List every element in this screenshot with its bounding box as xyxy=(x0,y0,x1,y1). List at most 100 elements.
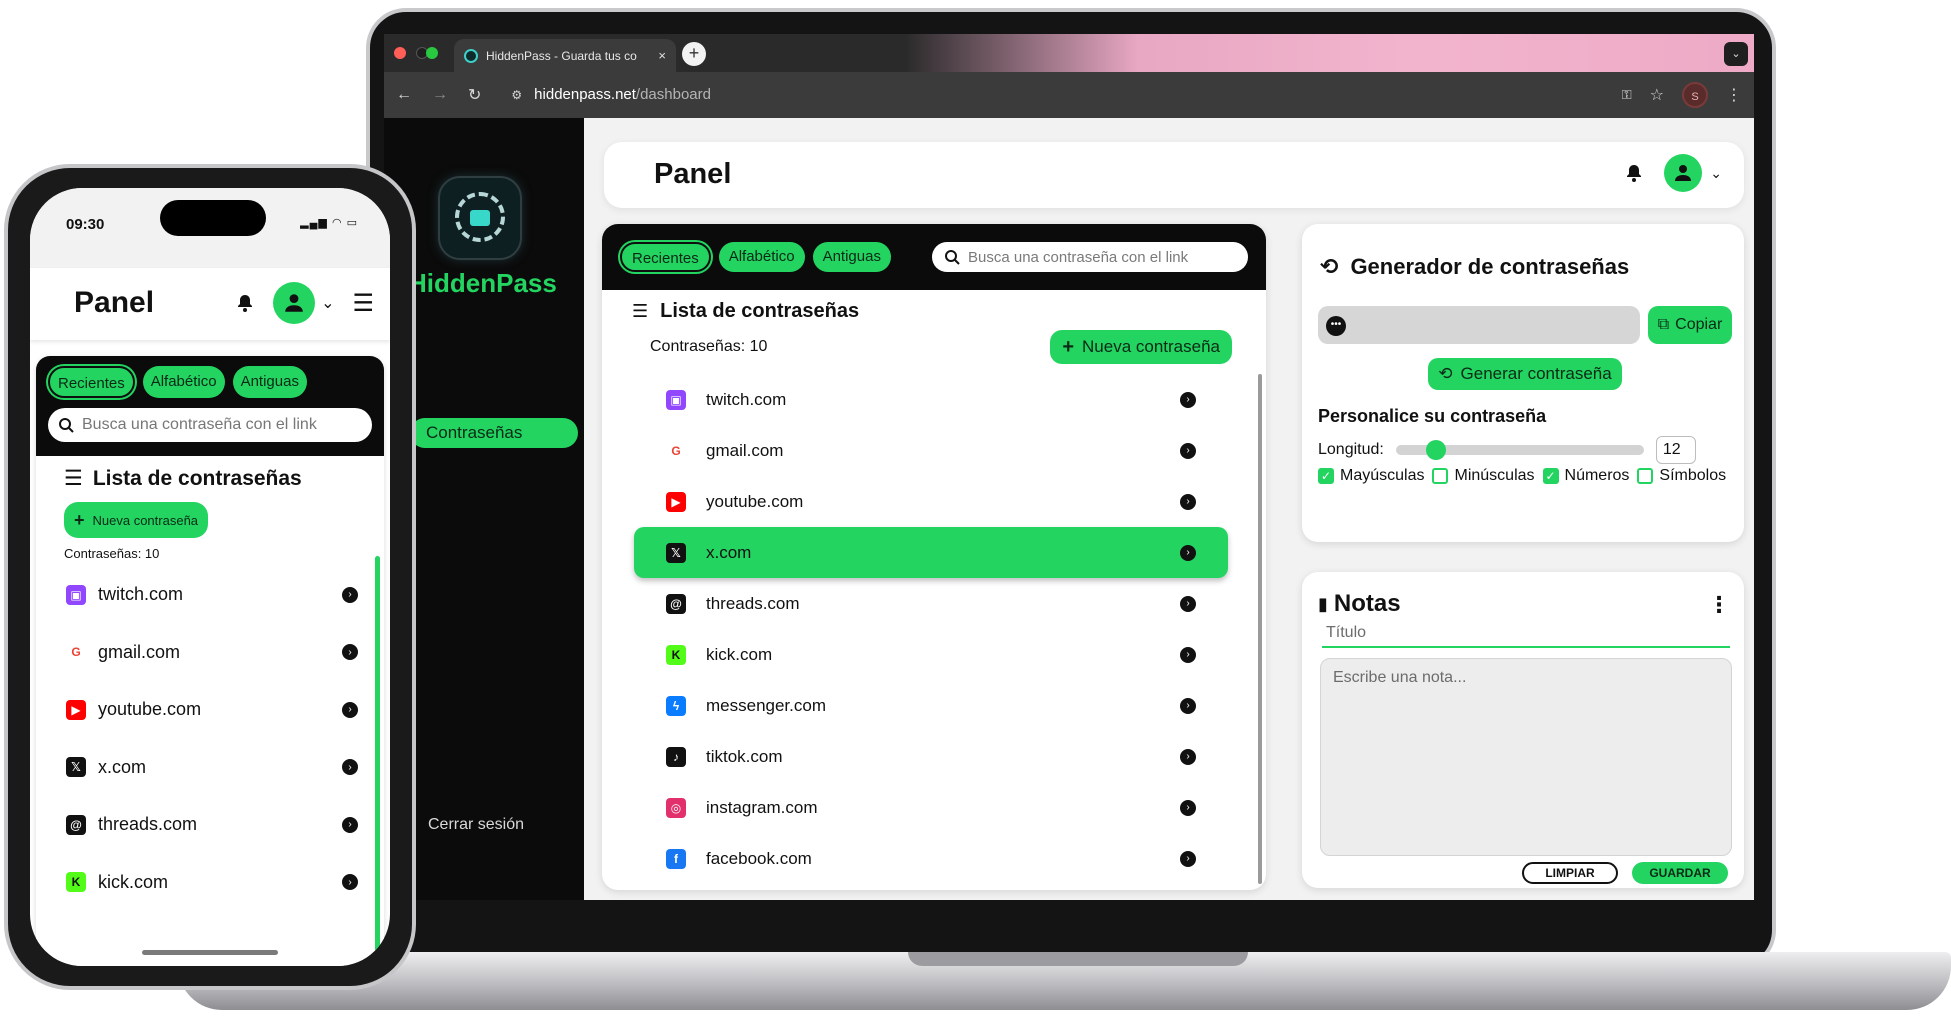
length-slider[interactable] xyxy=(1395,440,1644,460)
filter-oldest[interactable]: Antiguas xyxy=(812,242,891,272)
password-row[interactable]: Ggmail.com › xyxy=(634,425,1228,476)
status-time: 09:30 xyxy=(66,216,105,233)
chevron-right-icon[interactable]: › xyxy=(342,586,358,603)
chevron-right-icon[interactable]: › xyxy=(342,816,358,833)
chevron-right-icon[interactable]: › xyxy=(1180,850,1196,867)
password-row[interactable]: ▣ twitch.com › xyxy=(58,566,358,624)
sidebar-item-passwords[interactable]: Contraseñas xyxy=(410,418,578,448)
filter-recent[interactable]: Recientes xyxy=(620,242,711,272)
phone-filter-alphabetical[interactable]: Alfabético xyxy=(142,366,225,398)
chevron-right-icon[interactable]: › xyxy=(342,874,358,891)
generate-password-button[interactable]: ⟲ Generar contraseña xyxy=(1428,358,1622,390)
logout-link[interactable]: › Cerrar sesión xyxy=(410,816,524,834)
checkbox[interactable] xyxy=(1637,468,1654,484)
option-mayúsculas[interactable]: ✓ Mayúsculas xyxy=(1318,467,1424,485)
phone-bell-icon[interactable] xyxy=(235,293,255,313)
checkbox[interactable]: ✓ xyxy=(1542,468,1559,484)
length-row: Longitud: 12 xyxy=(1318,436,1696,464)
password-row[interactable]: ♪ tiktok.com › xyxy=(634,731,1228,782)
reload-icon[interactable]: ↻ xyxy=(468,85,481,105)
slider-handle[interactable] xyxy=(1425,440,1446,460)
clear-button[interactable]: LIMPIAR xyxy=(1522,862,1618,884)
kick-icon: K xyxy=(66,872,86,893)
password-row[interactable]: 𝕏x.com › xyxy=(58,739,358,797)
user-menu[interactable]: ⌄ xyxy=(1664,154,1722,192)
page-title: Panel xyxy=(654,158,732,190)
bookmark-star-icon[interactable]: ☆ xyxy=(1650,85,1664,105)
phone-status-bar: 09:30 ▂▄▆ ◠ ▭ xyxy=(30,188,390,268)
maximize-window-button[interactable] xyxy=(426,47,438,59)
password-row[interactable]: ϟ messenger.com › xyxy=(634,680,1228,731)
app-root: HiddenPass Contraseñas › Cerrar sesión P… xyxy=(384,118,1754,900)
phone-new-password-button[interactable]: + Nueva contraseña xyxy=(64,502,209,538)
customize-heading: Personalice su contraseña xyxy=(1318,406,1547,426)
option-números[interactable]: ✓ Números xyxy=(1542,467,1629,485)
hamburger-menu-icon[interactable]: ☰ xyxy=(352,289,374,318)
phone-scrollbar[interactable] xyxy=(375,556,380,956)
note-title-input[interactable]: Título xyxy=(1322,624,1730,648)
address-bar[interactable]: ⚙ hiddenpass.net/dashboard xyxy=(501,79,1601,111)
notes-menu-icon[interactable]: ⋮ xyxy=(1708,592,1730,618)
chevron-right-icon[interactable]: › xyxy=(1180,391,1196,408)
back-arrow-icon[interactable]: ← xyxy=(396,86,412,104)
browser-profile-avatar[interactable]: S xyxy=(1682,82,1708,108)
checkbox[interactable]: ✓ xyxy=(1318,468,1334,484)
copy-button[interactable]: ⧉ Copiar xyxy=(1648,306,1732,344)
phone-search-input[interactable]: Busca una contraseña con el link xyxy=(48,408,372,442)
password-row[interactable]: @ threads.com › xyxy=(634,578,1228,629)
list-scrollbar[interactable] xyxy=(1258,374,1262,884)
password-row[interactable]: @ threads.com › xyxy=(58,796,358,854)
password-row[interactable]: 𝕏x.com › xyxy=(634,527,1228,578)
length-input[interactable]: 12 xyxy=(1655,436,1696,464)
option-minúsculas[interactable]: Minúsculas xyxy=(1432,467,1535,485)
forward-arrow-icon[interactable]: → xyxy=(432,86,448,104)
browser-menu-icon[interactable]: ⋮ xyxy=(1726,85,1742,105)
browser-tab[interactable]: HiddenPass - Guarda tus co × xyxy=(454,39,676,72)
close-window-button[interactable] xyxy=(394,47,406,59)
password-key-icon[interactable]: ⚿ xyxy=(1622,87,1632,103)
bell-icon[interactable] xyxy=(1624,163,1644,183)
site-info-icon[interactable]: ⚙ xyxy=(511,88,522,102)
chevron-right-icon[interactable]: › xyxy=(342,701,358,718)
chevron-right-icon[interactable]: › xyxy=(1180,748,1196,765)
laptop-notch xyxy=(908,952,1248,966)
chevron-right-icon[interactable]: › xyxy=(1180,646,1196,663)
password-row[interactable]: Kkick.com › xyxy=(634,629,1228,680)
generated-password-field[interactable]: ••• xyxy=(1318,306,1640,344)
new-password-button[interactable]: + Nueva contraseña xyxy=(1050,330,1232,364)
password-row[interactable]: ▶ youtube.com › xyxy=(634,476,1228,527)
password-row[interactable]: f facebook.com › xyxy=(634,833,1228,884)
password-site-label: x.com xyxy=(706,542,752,562)
tab-search-button[interactable]: ⌄ xyxy=(1724,42,1748,66)
filter-alphabetical[interactable]: Alfabético xyxy=(718,242,805,272)
chevron-right-icon[interactable]: › xyxy=(1180,442,1196,459)
option-símbolos[interactable]: Símbolos xyxy=(1637,467,1726,485)
password-row[interactable]: ▶ youtube.com › xyxy=(58,681,358,739)
new-tab-button[interactable]: + xyxy=(682,42,706,66)
top-header: Panel ⌄ xyxy=(604,142,1744,208)
laptop-screen: HiddenPass - Guarda tus co × + ⌄ ← → ↻ ⚙… xyxy=(384,34,1754,900)
save-button[interactable]: GUARDAR xyxy=(1632,862,1728,884)
chevron-right-icon[interactable]: › xyxy=(1180,544,1196,561)
chevron-right-icon[interactable]: › xyxy=(1180,595,1196,612)
browser-tabstrip: HiddenPass - Guarda tus co × + ⌄ xyxy=(384,34,1754,72)
password-row[interactable]: ◎ instagram.com › xyxy=(634,782,1228,833)
chevron-right-icon[interactable]: › xyxy=(1180,697,1196,714)
note-body-textarea[interactable]: Escribe una nota... xyxy=(1320,658,1732,856)
chevron-right-icon[interactable]: › xyxy=(1180,799,1196,816)
password-row[interactable]: ▣ twitch.com › xyxy=(634,374,1228,425)
chevron-right-icon[interactable]: › xyxy=(1180,493,1196,510)
search-placeholder: Busca una contraseña con el link xyxy=(968,248,1189,266)
password-row[interactable]: Kkick.com › xyxy=(58,854,358,912)
phone-filter-recent[interactable]: Recientes xyxy=(48,366,135,398)
checkbox[interactable] xyxy=(1432,468,1449,484)
password-search-input[interactable]: Busca una contraseña con el link xyxy=(932,242,1248,272)
phone-user-menu[interactable]: ⌄ xyxy=(273,282,334,324)
password-row[interactable]: Ggmail.com › xyxy=(58,624,358,682)
hiddenpass-favicon-icon xyxy=(464,48,478,63)
phone-filter-oldest[interactable]: Antiguas xyxy=(232,366,307,398)
tab-close-icon[interactable]: × xyxy=(658,48,666,63)
password-site-label: threads.com xyxy=(706,593,800,613)
chevron-right-icon[interactable]: › xyxy=(342,759,358,776)
chevron-right-icon[interactable]: › xyxy=(342,644,358,661)
